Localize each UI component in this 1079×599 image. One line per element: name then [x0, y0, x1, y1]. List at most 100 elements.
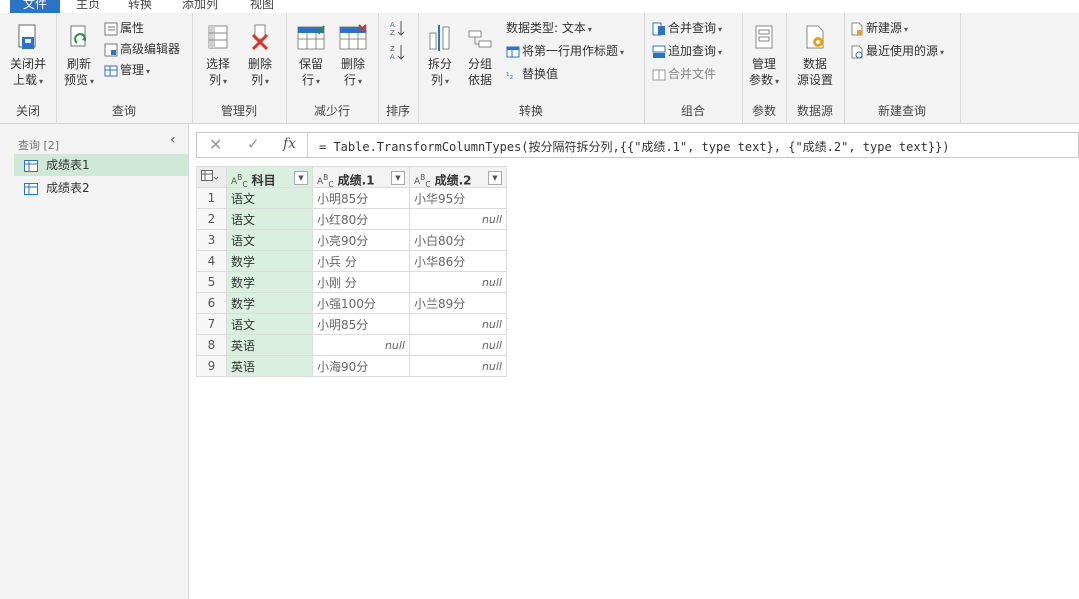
keep-rows-label-1: 保留: [298, 57, 323, 71]
query-item-2[interactable]: 成绩表2: [14, 177, 188, 199]
tab-view[interactable]: 视图: [244, 0, 280, 13]
tab-add-column[interactable]: 添加列: [176, 0, 224, 13]
row-number[interactable]: 7: [196, 313, 227, 335]
cell-score1[interactable]: 小强100分: [312, 292, 410, 314]
cell-score1[interactable]: 小红80分: [312, 208, 410, 230]
table-row: 2 语文 小红80分 null: [196, 208, 507, 230]
row-number[interactable]: 2: [196, 208, 227, 230]
new-source-button[interactable]: 新建源 ▾: [850, 19, 908, 37]
cell-subject[interactable]: 数学: [226, 292, 313, 314]
close-and-load-button[interactable]: 关闭并 上载 ▾: [6, 23, 50, 90]
row-number[interactable]: 3: [196, 229, 227, 251]
manage-parameters-button[interactable]: 管理 参数 ▾: [746, 23, 782, 90]
keep-rows-icon: [297, 25, 325, 50]
group-by-icon: [468, 30, 492, 48]
cell-subject[interactable]: 英语: [226, 334, 313, 356]
fx-icon[interactable]: fx: [283, 136, 296, 152]
row-number[interactable]: 9: [196, 355, 227, 377]
keep-rows-button[interactable]: 保留 行 ▾: [292, 23, 330, 90]
formula-divider: [307, 133, 308, 157]
properties-button[interactable]: 属性: [104, 19, 144, 37]
cell-subject[interactable]: 数学: [226, 271, 313, 293]
tab-transform[interactable]: 转换: [122, 0, 158, 13]
sort-descending-button[interactable]: ZA: [390, 43, 405, 61]
tab-file[interactable]: 文件: [10, 0, 60, 13]
cell-subject[interactable]: 语文: [226, 313, 313, 335]
grid-body: 1 语文 小明85分 小华95分 2 语文 小红80分 null 3 语文 小亮90分 小白80分 4 数…: [196, 187, 507, 377]
column-header-score1[interactable]: ABC 成绩.1 ▼: [312, 166, 410, 188]
combine-files-button[interactable]: 合并文件: [652, 65, 716, 83]
svg-text:A: A: [390, 53, 395, 61]
advanced-editor-label: 高级编辑器: [120, 42, 181, 56]
remove-rows-button[interactable]: 删除 行 ▾: [334, 23, 372, 90]
row-number[interactable]: 6: [196, 292, 227, 314]
cell-subject[interactable]: 数学: [226, 250, 313, 272]
merge-queries-button[interactable]: 合并查询 ▾: [652, 19, 722, 37]
cell-score1[interactable]: 小明85分: [312, 313, 410, 335]
cell-score2[interactable]: null: [409, 313, 507, 335]
split-column-button[interactable]: 拆分 列 ▾: [422, 23, 458, 90]
row-number[interactable]: 8: [196, 334, 227, 356]
append-queries-button[interactable]: 追加查询 ▾: [652, 42, 722, 60]
group-label-sort: 排序: [385, 104, 410, 118]
formula-input[interactable]: = Table.TransformColumnTypes(按分隔符拆分列,{{"…: [319, 138, 950, 155]
refresh-preview-button[interactable]: 刷新 预览 ▾: [62, 23, 96, 90]
close-and-load-label-2: 上载: [12, 73, 37, 87]
properties-icon: [104, 22, 118, 35]
row-number[interactable]: 1: [196, 187, 227, 209]
sort-ascending-button[interactable]: AZ: [390, 19, 405, 37]
cell-score1[interactable]: 小亮90分: [312, 229, 410, 251]
cell-subject[interactable]: 英语: [226, 355, 313, 377]
filter-dropdown-icon[interactable]: ▼: [488, 170, 502, 185]
manage-button[interactable]: 管理 ▾: [104, 61, 150, 79]
filter-dropdown-icon[interactable]: ▼: [391, 170, 405, 185]
remove-rows-icon: [339, 24, 367, 50]
cell-score2[interactable]: null: [409, 208, 507, 230]
row-number[interactable]: 4: [196, 250, 227, 272]
query-item-1[interactable]: 成绩表1: [14, 154, 188, 176]
data-source-settings-button[interactable]: 数据 源设置: [790, 23, 840, 88]
cell-score1[interactable]: 小兵 分: [312, 250, 410, 272]
advanced-editor-button[interactable]: 高级编辑器: [104, 40, 180, 58]
group-data-source: 数据 源设置 数据源: [786, 13, 845, 123]
table-icon: [506, 46, 520, 57]
commit-formula-icon[interactable]: ✓: [247, 135, 260, 153]
data-type-dropdown[interactable]: 数据类型: 文本 ▾: [506, 19, 592, 37]
remove-columns-button[interactable]: 删除 列 ▾: [242, 23, 278, 90]
chevron-down-icon: ▾: [316, 77, 321, 86]
cell-subject[interactable]: 语文: [226, 229, 313, 251]
group-by-button[interactable]: 分组 依据: [462, 23, 498, 88]
cell-score2[interactable]: 小白80分: [409, 229, 507, 251]
cell-score2[interactable]: null: [409, 271, 507, 293]
table-menu-button[interactable]: [196, 166, 227, 188]
cell-score2[interactable]: null: [409, 334, 507, 356]
table-row: 6 数学 小强100分 小兰89分: [196, 292, 507, 314]
cell-score2[interactable]: null: [409, 355, 507, 377]
cell-score1[interactable]: 小海90分: [312, 355, 410, 377]
column-header-subject[interactable]: ABC 科目 ▼: [226, 166, 313, 188]
new-source-label: 新建源: [866, 21, 903, 35]
cancel-formula-icon[interactable]: ✕: [209, 135, 222, 154]
filter-dropdown-icon[interactable]: ▼: [294, 170, 308, 185]
column-header-score2[interactable]: ABC 成绩.2 ▼: [409, 166, 507, 188]
table-row: 8 英语 null null: [196, 334, 507, 356]
choose-columns-button[interactable]: 选择 列 ▾: [200, 23, 236, 90]
cell-score1[interactable]: null: [312, 334, 410, 356]
table-icon: [24, 159, 38, 172]
group-label-transform: 转换: [518, 104, 543, 118]
cell-score1[interactable]: 小刚 分: [312, 271, 410, 293]
recent-sources-button[interactable]: 最近使用的源 ▾: [850, 42, 944, 60]
chevron-down-icon: ▾: [620, 48, 625, 57]
table-icon: [24, 182, 38, 195]
cell-score2[interactable]: 小兰89分: [409, 292, 507, 314]
cell-score2[interactable]: 小华86分: [409, 250, 507, 272]
replace-values-button[interactable]: ¹₂ 替换值: [506, 65, 558, 83]
row-number[interactable]: 5: [196, 271, 227, 293]
table-row: 5 数学 小刚 分 null: [196, 271, 507, 293]
keep-rows-label-2: 行: [301, 73, 314, 87]
combine-files-label: 合并文件: [668, 67, 717, 81]
collapse-panel-icon[interactable]: ‹: [170, 132, 176, 148]
cell-subject[interactable]: 语文: [226, 208, 313, 230]
column-header-label: 科目: [251, 172, 276, 187]
first-row-header-button[interactable]: 将第一行用作标题 ▾: [506, 42, 624, 60]
